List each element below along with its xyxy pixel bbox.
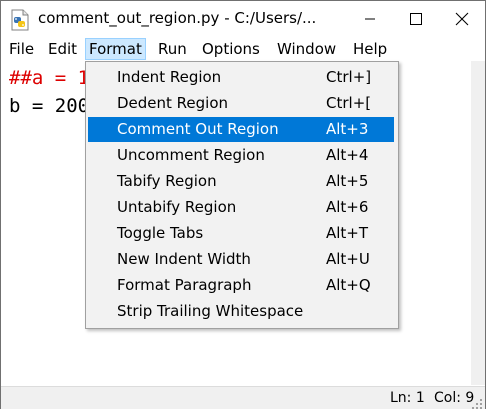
menu-item-label: Untabify Region (117, 198, 237, 216)
close-button[interactable] (439, 1, 485, 36)
close-icon (455, 12, 469, 25)
resize-grip-icon[interactable] (471, 395, 483, 409)
menu-item-label: Indent Region (117, 68, 222, 86)
status-column: Col: 9 (434, 390, 475, 406)
menu-format[interactable]: Format (85, 38, 146, 60)
menu-item-shortcut: Alt+4 (326, 146, 369, 164)
menu-item-tabify-region[interactable]: Tabify Region Alt+5 (88, 169, 394, 194)
maximize-button[interactable] (393, 1, 439, 36)
window-title: comment_out_region.py - C:/Users/... (38, 9, 317, 27)
status-bar: Ln: 1 Col: 9 (1, 386, 485, 409)
menu-item-label: Tabify Region (117, 172, 217, 190)
menu-item-shortcut: Alt+5 (326, 172, 369, 190)
idle-editor-window: comment_out_region.py - C:/Users/... Fil… (0, 0, 486, 409)
menu-item-uncomment-region[interactable]: Uncomment Region Alt+4 (88, 143, 394, 168)
menu-options[interactable]: Options (199, 39, 263, 59)
menu-run[interactable]: Run (155, 39, 190, 59)
title-bar[interactable]: comment_out_region.py - C:/Users/... (1, 1, 485, 36)
menu-item-toggle-tabs[interactable]: Toggle Tabs Alt+T (88, 221, 394, 246)
menu-item-shortcut: Alt+6 (326, 198, 369, 216)
minimize-button[interactable] (347, 1, 393, 36)
vertical-scrollbar[interactable] (471, 61, 485, 385)
menu-help[interactable]: Help (350, 39, 390, 59)
menu-item-format-paragraph[interactable]: Format Paragraph Alt+Q (88, 273, 394, 298)
menu-item-dedent-region[interactable]: Dedent Region Ctrl+[ (88, 91, 394, 116)
python-file-icon (10, 9, 30, 31)
menu-item-label: Toggle Tabs (117, 224, 204, 242)
code-line-1: ##a = 1 (9, 67, 90, 89)
menu-item-label: New Indent Width (117, 250, 251, 268)
menu-item-shortcut: Ctrl+[ (326, 94, 372, 112)
menu-item-shortcut: Alt+U (326, 250, 370, 268)
menu-file[interactable]: File (6, 39, 37, 59)
maximize-icon (410, 12, 422, 25)
menu-item-shortcut: Ctrl+] (326, 68, 372, 86)
status-line: Ln: 1 (390, 390, 425, 406)
menu-item-comment-out-region[interactable]: Comment Out Region Alt+3 (88, 117, 394, 142)
menu-item-label: Strip Trailing Whitespace (117, 302, 304, 320)
format-menu-dropdown: Indent Region Ctrl+] Dedent Region Ctrl+… (85, 61, 399, 329)
menu-item-label: Comment Out Region (117, 120, 279, 138)
menu-item-strip-trailing-whitespace[interactable]: Strip Trailing Whitespace (88, 299, 394, 324)
menu-item-shortcut: Alt+T (326, 224, 369, 242)
menu-item-indent-region[interactable]: Indent Region Ctrl+] (88, 65, 394, 90)
menu-item-untabify-region[interactable]: Untabify Region Alt+6 (88, 195, 394, 220)
menu-bar: File Edit Format Run Options Window Help (1, 37, 485, 61)
menu-item-shortcut: Alt+3 (326, 120, 369, 138)
menu-item-shortcut: Alt+Q (326, 276, 371, 294)
code-line-2: b = 200 (9, 95, 90, 117)
menu-edit[interactable]: Edit (45, 39, 80, 59)
menu-window[interactable]: Window (274, 39, 339, 59)
menu-item-label: Uncomment Region (117, 146, 265, 164)
menu-item-new-indent-width[interactable]: New Indent Width Alt+U (88, 247, 394, 272)
minimize-icon (365, 18, 375, 19)
menu-item-label: Dedent Region (117, 94, 229, 112)
menu-item-label: Format Paragraph (117, 276, 252, 294)
